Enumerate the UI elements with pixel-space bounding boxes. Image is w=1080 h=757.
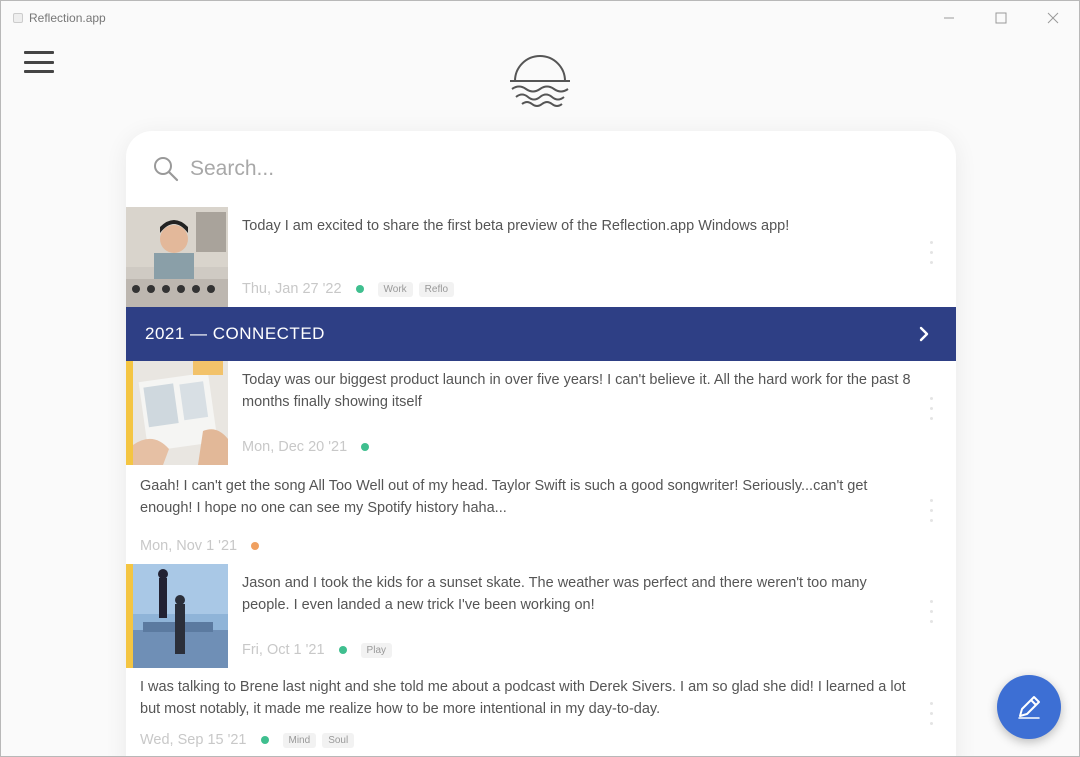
sketchbook-image bbox=[133, 361, 228, 465]
year-banner[interactable]: 2021 — CONNECTED bbox=[126, 307, 956, 361]
entry-meta: Fri, Oct 1 '21 Play bbox=[242, 642, 398, 658]
entry-tag[interactable]: Mind bbox=[282, 732, 317, 748]
sunset-waves-logo bbox=[510, 55, 570, 107]
hamburger-bar bbox=[24, 51, 54, 54]
entry-tag[interactable]: Work bbox=[377, 281, 413, 297]
entry-meta: Mon, Dec 20 '21 bbox=[242, 439, 383, 455]
close-icon bbox=[1047, 12, 1059, 24]
more-options-icon[interactable] bbox=[930, 702, 934, 725]
more-options-icon[interactable] bbox=[930, 499, 934, 522]
video-call-image bbox=[126, 207, 228, 307]
entry-text: Today I am excited to share the first be… bbox=[242, 218, 790, 234]
entry-date: Mon, Dec 20 '21 bbox=[242, 439, 348, 455]
entry-meta: Thu, Jan 27 '22 Work Reflo bbox=[242, 281, 460, 297]
mood-dot bbox=[251, 542, 260, 550]
entry-tag[interactable]: Reflo bbox=[418, 281, 455, 297]
close-button[interactable] bbox=[1027, 1, 1079, 35]
mood-dot bbox=[355, 285, 364, 293]
entry-date: Thu, Jan 27 '22 bbox=[242, 281, 342, 297]
year-banner-label: 2021 — CONNECTED bbox=[145, 324, 325, 343]
journal-card: Today I am excited to share the first be… bbox=[126, 131, 956, 756]
maximize-icon bbox=[995, 12, 1007, 24]
search-bar bbox=[126, 131, 956, 207]
app-icon bbox=[13, 13, 23, 23]
entry-tag[interactable]: Play bbox=[360, 642, 392, 658]
more-options-icon[interactable] bbox=[930, 397, 934, 420]
entry-date: Wed, Sep 15 '21 bbox=[140, 732, 247, 748]
entry-tag[interactable]: Soul bbox=[322, 732, 355, 748]
entry-thumbnail bbox=[126, 207, 228, 307]
journal-entry[interactable]: Jason and I took the kids for a sunset s… bbox=[126, 564, 956, 668]
entry-body: I was talking to Brene last night and sh… bbox=[126, 668, 956, 756]
pencil-icon bbox=[1018, 696, 1040, 719]
maximize-button[interactable] bbox=[975, 1, 1027, 35]
entry-thumbnail bbox=[126, 564, 228, 668]
entry-body: Today was our biggest product launch in … bbox=[228, 361, 956, 465]
window-title: Reflection.app bbox=[29, 11, 106, 25]
app-window: Reflection.app Search... Today I am exci… bbox=[0, 0, 1080, 757]
chevron-right-icon bbox=[919, 326, 929, 342]
more-options-icon[interactable] bbox=[930, 600, 934, 623]
minimize-button[interactable] bbox=[923, 1, 975, 35]
entry-date: Fri, Oct 1 '21 bbox=[242, 642, 325, 658]
hamburger-bar bbox=[24, 60, 54, 64]
entry-body: Today I am excited to share the first be… bbox=[228, 207, 956, 307]
journal-entry[interactable]: Today I am excited to share the first be… bbox=[126, 207, 956, 307]
more-options-icon[interactable] bbox=[930, 241, 934, 264]
journal-entry[interactable]: Gaah! I can't get the song All Too Well … bbox=[126, 465, 956, 564]
skate-photo bbox=[133, 564, 228, 668]
mood-dot bbox=[260, 736, 269, 744]
hamburger-bar bbox=[24, 70, 54, 73]
entry-body: Jason and I took the kids for a sunset s… bbox=[228, 564, 956, 668]
entry-meta: Wed, Sep 15 '21 Mind Soul bbox=[140, 732, 360, 748]
journal-entry[interactable]: Today was our biggest product launch in … bbox=[126, 361, 956, 465]
entry-text: Jason and I took the kids for a sunset s… bbox=[242, 575, 867, 613]
search-input[interactable] bbox=[190, 157, 690, 181]
entry-text: Today was our biggest product launch in … bbox=[242, 372, 911, 410]
journal-entry[interactable]: I was talking to Brene last night and sh… bbox=[126, 668, 956, 756]
new-entry-button[interactable] bbox=[997, 675, 1061, 739]
minimize-icon bbox=[944, 17, 954, 19]
entry-text: Gaah! I can't get the song All Too Well … bbox=[140, 478, 868, 516]
entry-thumbnail bbox=[126, 361, 228, 465]
entry-date: Mon, Nov 1 '21 bbox=[140, 538, 238, 554]
entry-text: I was talking to Brene last night and sh… bbox=[140, 679, 906, 717]
title-bar: Reflection.app bbox=[1, 1, 1079, 35]
entry-meta: Mon, Nov 1 '21 bbox=[140, 538, 273, 554]
entry-body: Gaah! I can't get the song All Too Well … bbox=[126, 465, 956, 564]
hamburger-icon[interactable] bbox=[24, 51, 54, 73]
mood-dot bbox=[338, 646, 347, 654]
mood-dot bbox=[361, 443, 370, 451]
window-controls bbox=[923, 1, 1079, 35]
search-icon bbox=[154, 157, 179, 182]
